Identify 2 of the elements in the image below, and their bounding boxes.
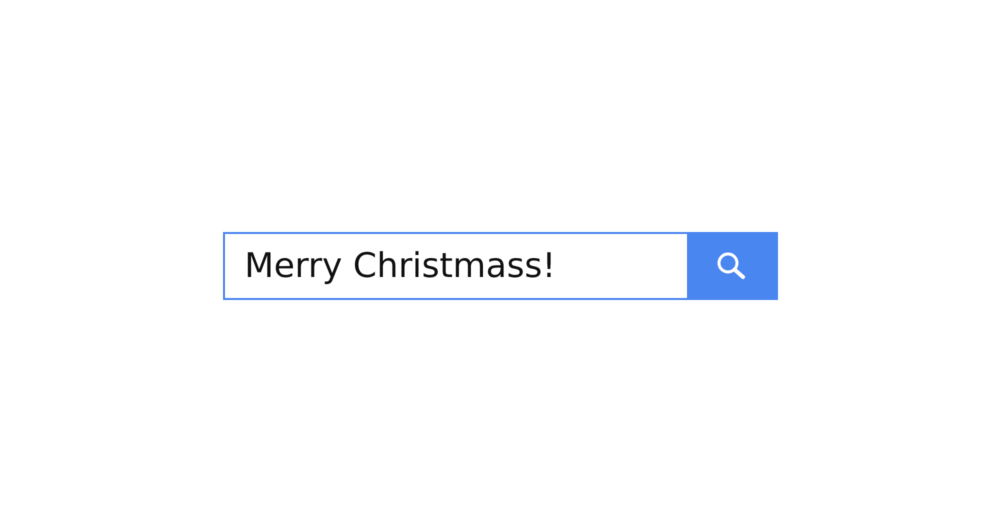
search-button[interactable]: [688, 232, 778, 300]
search-field[interactable]: Merry Christmass!: [222, 232, 688, 300]
